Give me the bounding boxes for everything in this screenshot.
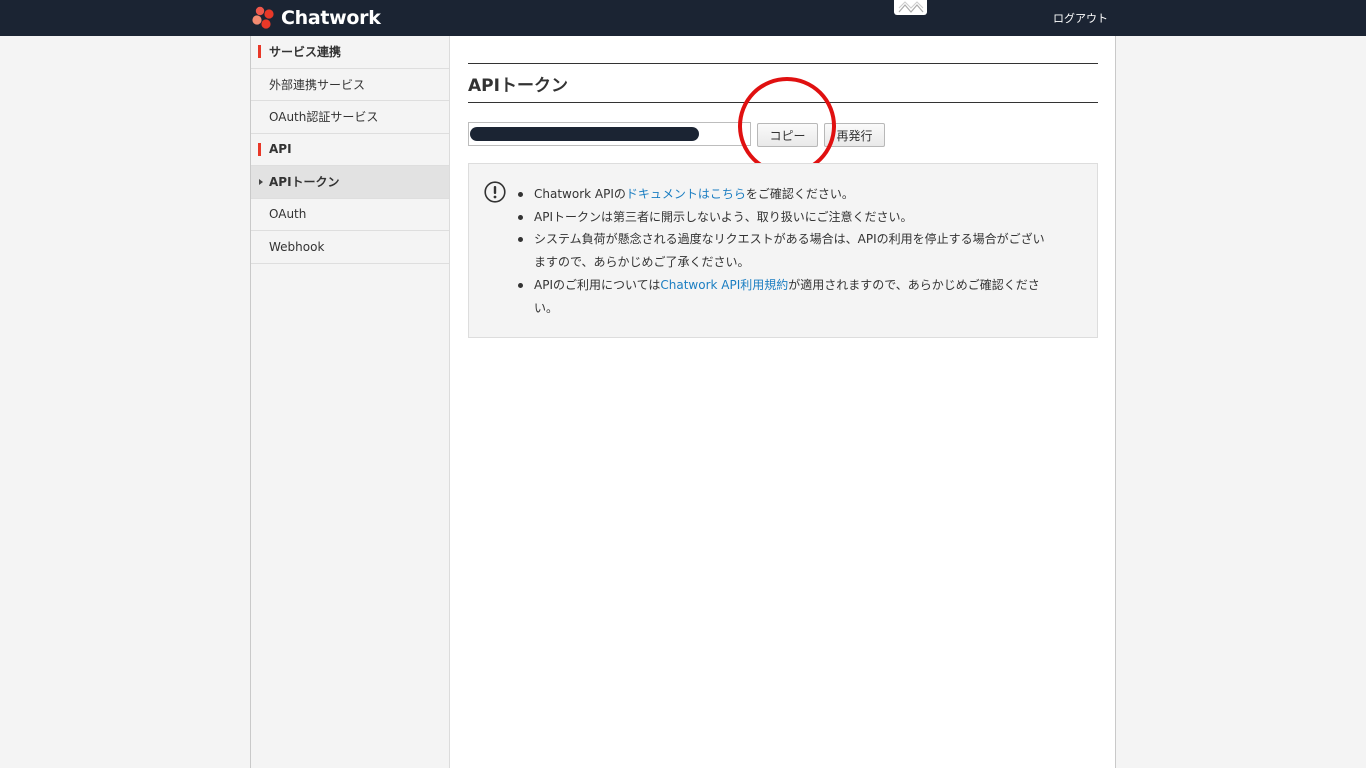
main-content: APIトークン コピー 再発行 Chatwork APIのドキュメントはこちらを… xyxy=(468,63,1098,338)
notice-text: が適用されますので、あらかじめご確認くださ xyxy=(788,277,1040,292)
sidebar-item-api-token[interactable]: APIトークン xyxy=(251,166,449,199)
notice-text: をご確認ください。 xyxy=(745,187,854,201)
notice-item: APIのご利用についてはChatwork API利用規約が適用されますので、あら… xyxy=(516,274,1076,319)
copy-button[interactable]: コピー xyxy=(757,123,818,147)
collapse-toggle[interactable] xyxy=(894,0,927,15)
notice-item: システム負荷が懸念される過度なリクエストがある場合は、APIの利用を停止する場合… xyxy=(516,228,1076,273)
notice-item: APIトークンは第三者に開示しないよう、取り扱いにご注意ください。 xyxy=(516,206,1076,229)
chatwork-logo[interactable]: Chatwork xyxy=(251,5,381,31)
notice-text: い。 xyxy=(534,300,559,315)
documentation-link[interactable]: ドキュメントはこちら xyxy=(626,187,746,201)
caret-right-icon xyxy=(259,179,263,185)
chevron-up-icon xyxy=(898,1,924,13)
sidebar-heading-api: API xyxy=(251,134,449,166)
sidebar-item-oauth-auth-services[interactable]: OAuth認証サービス xyxy=(251,101,449,134)
notice-box: Chatwork APIのドキュメントはこちらをご確認ください。 APIトークン… xyxy=(468,163,1098,338)
sidebar-item-external-services[interactable]: 外部連携サービス xyxy=(251,69,449,101)
sidebar-heading-service: サービス連携 xyxy=(251,36,449,69)
notice-text: Chatwork APIの xyxy=(534,187,626,201)
sidebar-item-oauth[interactable]: OAuth xyxy=(251,199,449,231)
notice-item: Chatwork APIのドキュメントはこちらをご確認ください。 xyxy=(516,183,1076,206)
logo-text: Chatwork xyxy=(281,7,381,29)
exclamation-circle-icon xyxy=(484,181,506,203)
token-row: コピー 再発行 xyxy=(468,77,1098,175)
terms-link[interactable]: Chatwork API利用規約 xyxy=(660,278,788,292)
notice-text: APIトークンは第三者に開示しないよう、取り扱いにご注意ください。 xyxy=(534,209,913,224)
sidebar-item-webhook[interactable]: Webhook xyxy=(251,231,449,264)
reissue-button[interactable]: 再発行 xyxy=(824,123,885,147)
notice-list: Chatwork APIのドキュメントはこちらをご確認ください。 APIトークン… xyxy=(516,183,1076,319)
page-frame: サービス連携 外部連携サービス OAuth認証サービス API APIトークン … xyxy=(250,36,1116,768)
sidebar-item-label: APIトークン xyxy=(269,175,340,190)
token-redaction xyxy=(470,127,699,141)
page-title: APIトークン xyxy=(468,63,1098,103)
top-bar: Chatwork ログアウト xyxy=(0,0,1366,36)
notice-text: システム負荷が懸念される過度なリクエストがある場合は、APIの利用を停止する場合… xyxy=(534,232,1045,247)
sidebar: サービス連携 外部連携サービス OAuth認証サービス API APIトークン … xyxy=(251,36,450,768)
notice-text: APIのご利用については xyxy=(534,277,661,292)
notice-text: ますので、あらかじめご了承ください。 xyxy=(534,255,750,270)
chatwork-logo-icon xyxy=(252,6,274,29)
api-token-field[interactable] xyxy=(468,122,751,146)
logout-link[interactable]: ログアウト xyxy=(1053,10,1108,26)
